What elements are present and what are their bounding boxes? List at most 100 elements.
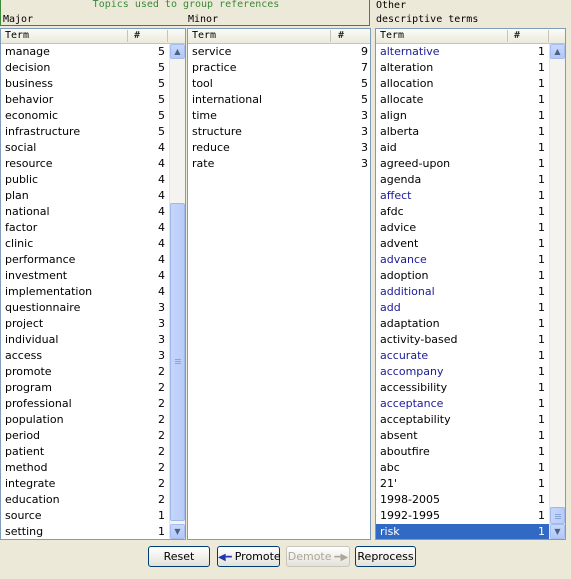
other-term-count: 1 xyxy=(538,189,545,202)
topics-group-box: Topics used to group references xyxy=(0,0,370,26)
other-list-item[interactable]: agreed-upon 1 xyxy=(376,156,565,172)
other-list-item[interactable]: accompany 1 xyxy=(376,364,565,380)
major-scrollbar[interactable]: ▲ ▼ xyxy=(169,44,185,539)
major-term-label: patient xyxy=(5,445,45,458)
other-scrollbar[interactable]: ▲ ▼ xyxy=(549,44,565,539)
minor-list-item[interactable]: tool 5 xyxy=(188,76,370,92)
other-scroll-thumb[interactable] xyxy=(550,507,565,524)
other-list-item[interactable]: advent 1 xyxy=(376,236,565,252)
other-list-item[interactable]: acceptability 1 xyxy=(376,412,565,428)
other-list-item[interactable]: 1998-2005 1 xyxy=(376,492,565,508)
other-list-item[interactable]: afdc 1 xyxy=(376,204,565,220)
other-list-item[interactable]: alteration 1 xyxy=(376,60,565,76)
major-list-item[interactable]: plan 4 xyxy=(1,188,185,204)
other-list-item[interactable]: abc 1 xyxy=(376,460,565,476)
other-list-item[interactable]: activity-based 1 xyxy=(376,332,565,348)
other-list-item[interactable]: aboutfire 1 xyxy=(376,444,565,460)
major-list-item[interactable]: economic 5 xyxy=(1,108,185,124)
major-section-label: Major xyxy=(3,14,34,25)
other-list-item[interactable]: advance 1 xyxy=(376,252,565,268)
other-list-item[interactable]: agenda 1 xyxy=(376,172,565,188)
minor-list-item[interactable]: time 3 xyxy=(188,108,370,124)
other-term-count: 1 xyxy=(538,221,545,234)
major-list-item[interactable]: behavior 5 xyxy=(1,92,185,108)
major-count-header[interactable]: # xyxy=(134,30,140,41)
major-list-item[interactable]: integrate 2 xyxy=(1,476,185,492)
minor-list-item[interactable]: international 5 xyxy=(188,92,370,108)
other-list-item[interactable]: add 1 xyxy=(376,300,565,316)
minor-list-item[interactable]: service 9 xyxy=(188,44,370,60)
major-list-item[interactable]: questionnaire 3 xyxy=(1,300,185,316)
other-list-item[interactable]: allocate 1 xyxy=(376,92,565,108)
minor-count-header[interactable]: # xyxy=(338,30,344,41)
minor-term-count: 9 xyxy=(361,45,368,58)
major-list-item[interactable]: patient 2 xyxy=(1,444,185,460)
other-list-item[interactable]: aid 1 xyxy=(376,140,565,156)
major-list-item[interactable]: implementation 4 xyxy=(1,284,185,300)
major-list-item[interactable]: infrastructure 5 xyxy=(1,124,185,140)
other-list-item[interactable]: 21' 1 xyxy=(376,476,565,492)
major-terms-list[interactable]: Term # manage 5 decision 5 business 5 behavior… xyxy=(0,28,186,540)
minor-terms-list[interactable]: Term # service 9 practice 7 tool 5 internation… xyxy=(187,28,371,540)
minor-list-item[interactable]: rate 3 xyxy=(188,156,370,172)
minor-list-item[interactable]: reduce 3 xyxy=(188,140,370,156)
other-scroll-up-button[interactable]: ▲ xyxy=(550,44,565,59)
major-list-item[interactable]: source 1 xyxy=(1,508,185,524)
other-list-item[interactable]: allocation 1 xyxy=(376,76,565,92)
other-list-item[interactable]: alternative 1 xyxy=(376,44,565,60)
other-list-item[interactable]: alberta 1 xyxy=(376,124,565,140)
major-list-item[interactable]: performance 4 xyxy=(1,252,185,268)
major-list-item[interactable]: program 2 xyxy=(1,380,185,396)
major-term-label: method xyxy=(5,461,48,474)
other-list-item[interactable]: adaptation 1 xyxy=(376,316,565,332)
major-list-item[interactable]: professional 2 xyxy=(1,396,185,412)
other-list-item[interactable]: align 1 xyxy=(376,108,565,124)
other-list-item[interactable]: accurate 1 xyxy=(376,348,565,364)
major-list-item[interactable]: resource 4 xyxy=(1,156,185,172)
other-list-item[interactable]: risk 1 xyxy=(376,524,565,539)
other-list-item[interactable]: 1992-1995 1 xyxy=(376,508,565,524)
reprocess-button[interactable]: Reprocess xyxy=(355,546,416,567)
other-list-item[interactable]: adoption 1 xyxy=(376,268,565,284)
minor-term-header[interactable]: Term xyxy=(192,30,216,41)
major-list-item[interactable]: setting 1 xyxy=(1,524,185,539)
major-list-item[interactable]: decision 5 xyxy=(1,60,185,76)
major-term-count: 3 xyxy=(158,333,165,346)
major-list-item[interactable]: education 2 xyxy=(1,492,185,508)
major-list-item[interactable]: period 2 xyxy=(1,428,185,444)
promote-button[interactable]: ◀━ Promote xyxy=(217,546,281,567)
major-list-item[interactable]: promote 2 xyxy=(1,364,185,380)
major-list-item[interactable]: national 4 xyxy=(1,204,185,220)
other-list-item[interactable]: absent 1 xyxy=(376,428,565,444)
minor-list-item[interactable]: practice 7 xyxy=(188,60,370,76)
other-terms-list[interactable]: Term # alternative 1 alteration 1 allocation… xyxy=(375,28,566,540)
major-list-item[interactable]: factor 4 xyxy=(1,220,185,236)
major-list-item[interactable]: investment 4 xyxy=(1,268,185,284)
other-list-item[interactable]: additional 1 xyxy=(376,284,565,300)
major-list-item[interactable]: project 3 xyxy=(1,316,185,332)
major-list-item[interactable]: business 5 xyxy=(1,76,185,92)
other-scroll-down-button[interactable]: ▼ xyxy=(550,524,565,539)
major-list-item[interactable]: access 3 xyxy=(1,348,185,364)
other-count-header[interactable]: # xyxy=(514,30,520,41)
other-list-item[interactable]: advice 1 xyxy=(376,220,565,236)
major-list-item[interactable]: public 4 xyxy=(1,172,185,188)
major-term-header[interactable]: Term xyxy=(5,30,29,41)
demote-button[interactable]: Demote ━▶ xyxy=(286,546,350,567)
major-scroll-thumb[interactable] xyxy=(170,203,185,521)
major-list-item[interactable]: social 4 xyxy=(1,140,185,156)
major-list-item[interactable]: clinic 4 xyxy=(1,236,185,252)
other-term-header[interactable]: Term xyxy=(380,30,404,41)
major-list-item[interactable]: individual 3 xyxy=(1,332,185,348)
minor-list-item[interactable]: structure 3 xyxy=(188,124,370,140)
other-list-item[interactable]: acceptance 1 xyxy=(376,396,565,412)
major-list-item[interactable]: method 2 xyxy=(1,460,185,476)
reset-button[interactable]: Reset xyxy=(148,546,210,567)
major-list-item[interactable]: population 2 xyxy=(1,412,185,428)
major-scroll-up-button[interactable]: ▲ xyxy=(170,44,185,59)
other-list-item[interactable]: affect 1 xyxy=(376,188,565,204)
other-term-count: 1 xyxy=(538,381,545,394)
other-list-item[interactable]: accessibility 1 xyxy=(376,380,565,396)
major-scroll-down-button[interactable]: ▼ xyxy=(170,524,185,539)
major-list-item[interactable]: manage 5 xyxy=(1,44,185,60)
